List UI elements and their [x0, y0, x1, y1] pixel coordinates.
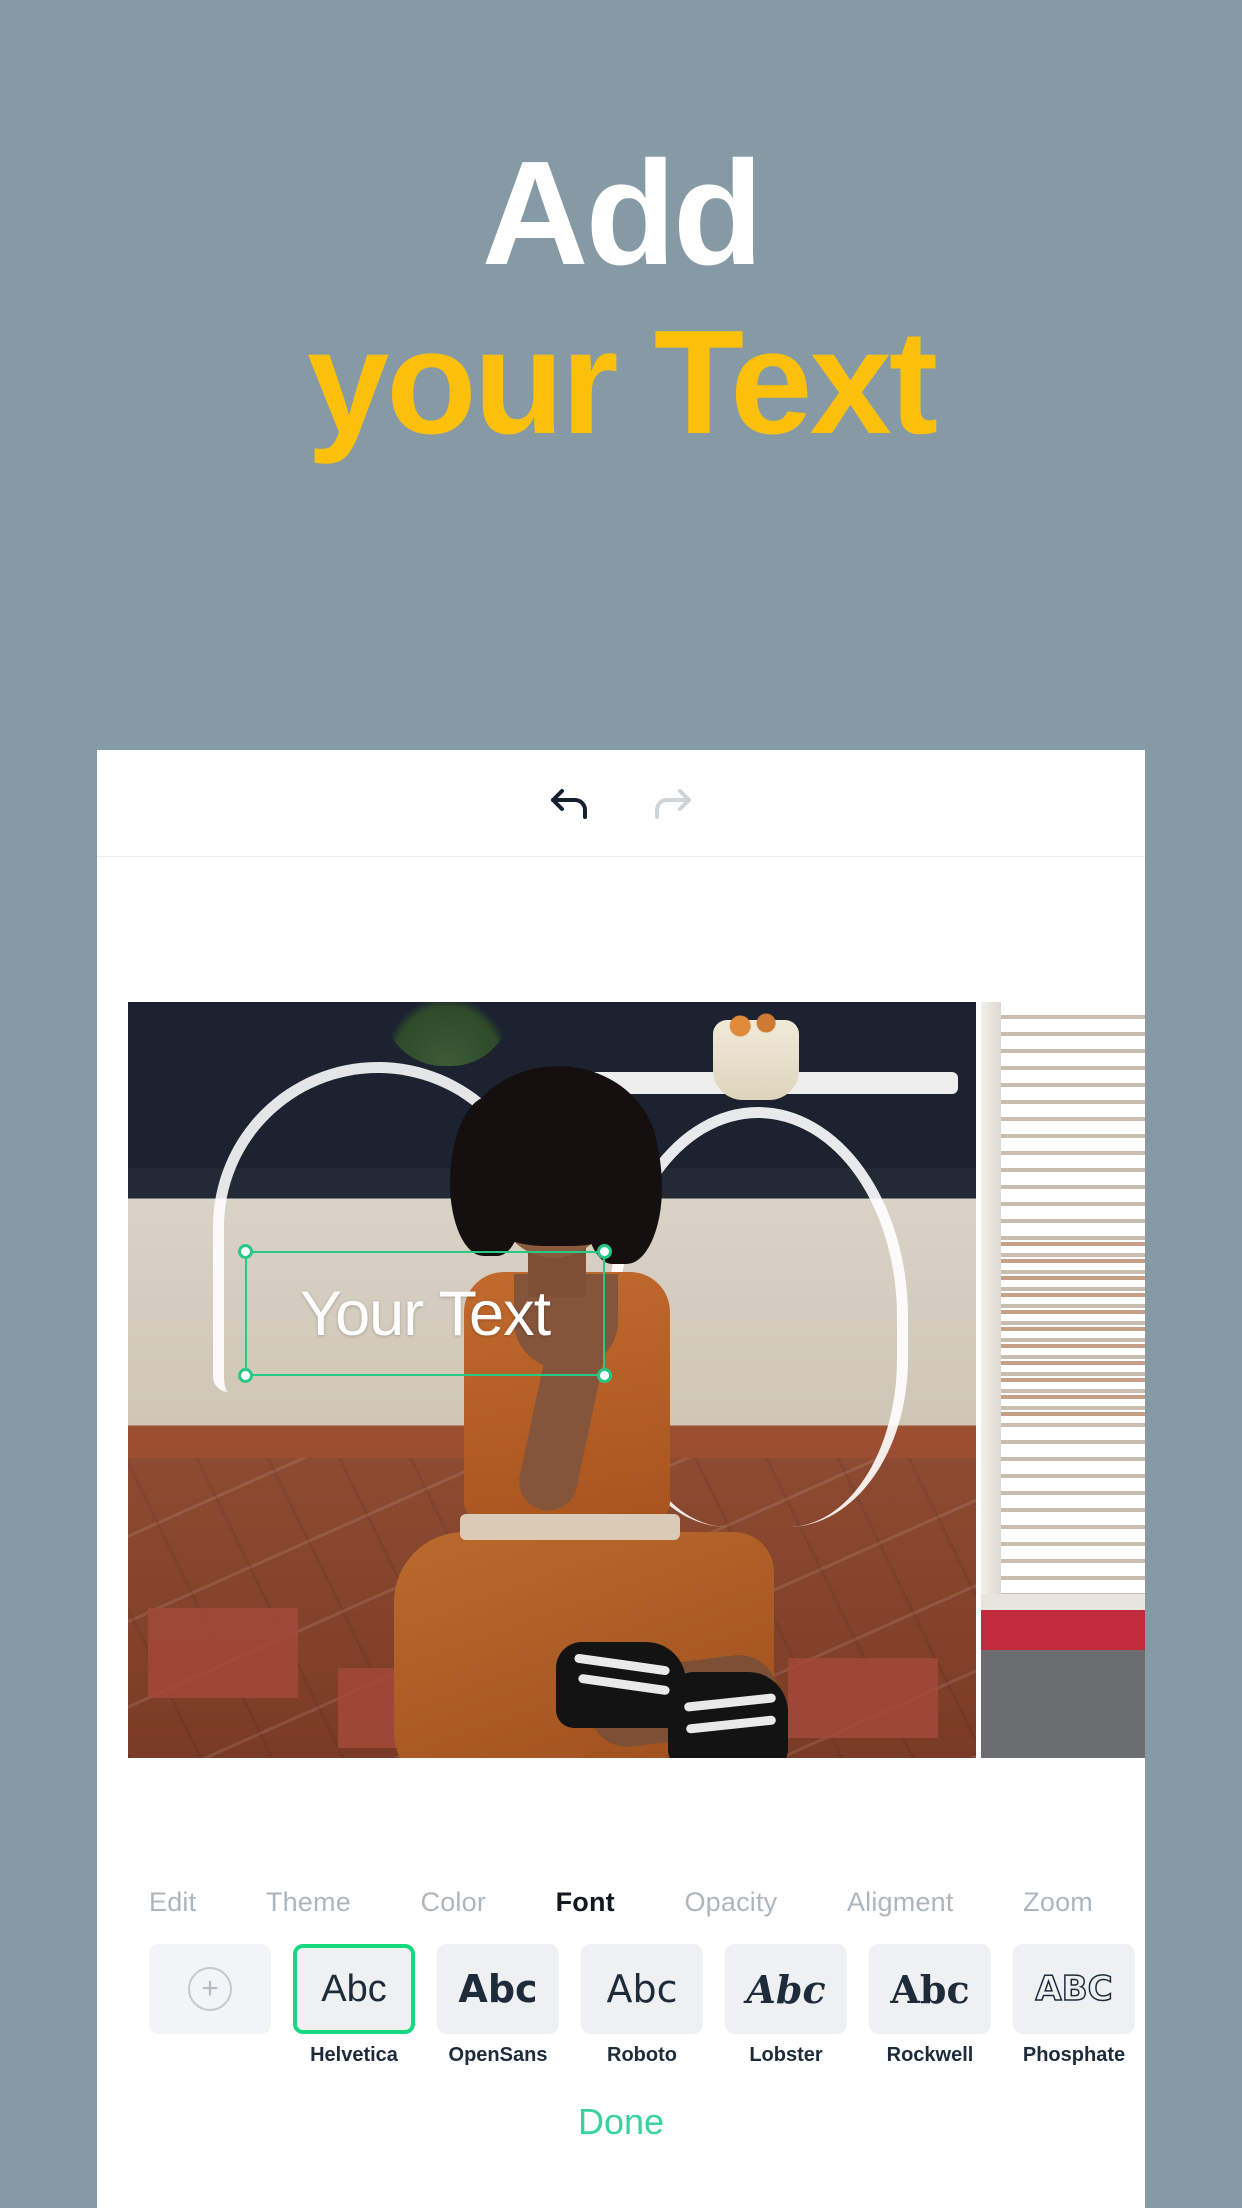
- promo-line-2: your Text: [306, 300, 938, 465]
- redo-arrow-icon: [655, 789, 691, 819]
- font-label-helvetica: Helvetica: [310, 2044, 398, 2066]
- tab-color[interactable]: Color: [421, 1887, 487, 1918]
- font-label-roboto: Roboto: [607, 2044, 677, 2066]
- promo-headline: Add your Text: [0, 0, 1242, 468]
- photo-primary: [128, 1002, 976, 1758]
- photo-collage: Your Text: [128, 1002, 1145, 1758]
- font-swatch-lobster[interactable]: Abc: [725, 1944, 847, 2034]
- editor-canvas[interactable]: Your Text: [97, 857, 1145, 1865]
- screen: Add your Text Your Text Edit Theme Color…: [0, 0, 1242, 2208]
- editor-toolbar: [97, 750, 1145, 857]
- font-item-phosphate[interactable]: ABC Phosphate: [1013, 1944, 1135, 2067]
- font-item-opensans[interactable]: Abc OpenSans: [437, 1944, 559, 2067]
- tab-theme[interactable]: Theme: [266, 1887, 351, 1918]
- undo-button[interactable]: [538, 771, 602, 835]
- font-swatch-rockwell[interactable]: Abc: [869, 1944, 991, 2034]
- tab-opacity[interactable]: Opacity: [684, 1887, 777, 1918]
- font-label-lobster: Lobster: [749, 2044, 823, 2066]
- font-swatch-roboto[interactable]: Abc: [581, 1944, 703, 2034]
- plus-icon: +: [188, 1967, 232, 2011]
- toolbar-icon-group: [538, 771, 704, 835]
- tab-aligment[interactable]: Aligment: [847, 1887, 954, 1918]
- tab-zoom[interactable]: Zoom: [1023, 1887, 1093, 1918]
- resize-handle-top-right[interactable]: [597, 1244, 612, 1259]
- canvas-text-value: Your Text: [299, 1278, 551, 1349]
- resize-handle-bottom-left[interactable]: [238, 1368, 253, 1383]
- resize-handle-bottom-right[interactable]: [597, 1368, 612, 1383]
- done-button[interactable]: Done: [578, 2101, 664, 2142]
- font-item-helvetica[interactable]: Abc Helvetica: [293, 1944, 415, 2067]
- tab-font[interactable]: Font: [556, 1887, 615, 1918]
- text-selection-box[interactable]: Your Text: [238, 1244, 612, 1383]
- resize-handle-top-left[interactable]: [238, 1244, 253, 1259]
- editor-tab-bar: Edit Theme Color Font Opacity Aligment Z…: [97, 1865, 1145, 1926]
- photo-secondary: [981, 1002, 1145, 1758]
- font-label-phosphate: Phosphate: [1022, 2044, 1126, 2066]
- font-swatch-phosphate[interactable]: ABC: [1013, 1944, 1135, 2034]
- undo-arrow-icon: [551, 789, 587, 819]
- font-swatch-list[interactable]: + Abc Helvetica Abc OpenSans Abc Roboto …: [97, 1926, 1145, 2067]
- font-swatch-helvetica[interactable]: Abc: [293, 1944, 415, 2034]
- app-card: Your Text Edit Theme Color Font Opacity …: [97, 750, 1145, 2208]
- footer-bar: Done: [97, 2067, 1145, 2143]
- font-item-roboto[interactable]: Abc Roboto: [581, 1944, 703, 2067]
- redo-button[interactable]: [640, 771, 704, 835]
- font-item-rockwell[interactable]: Abc Rockwell: [869, 1944, 991, 2067]
- font-label-rockwell: Rockwell: [886, 2044, 974, 2066]
- tab-edit[interactable]: Edit: [149, 1887, 196, 1918]
- font-add-item[interactable]: +: [149, 1944, 271, 2034]
- font-item-lobster[interactable]: Abc Lobster: [725, 1944, 847, 2067]
- font-swatch-opensans[interactable]: Abc: [437, 1944, 559, 2034]
- font-label-opensans: OpenSans: [448, 2044, 548, 2066]
- add-font-button[interactable]: +: [149, 1944, 271, 2034]
- photo-subject: [338, 1062, 788, 1758]
- promo-line-1: Add: [481, 131, 764, 296]
